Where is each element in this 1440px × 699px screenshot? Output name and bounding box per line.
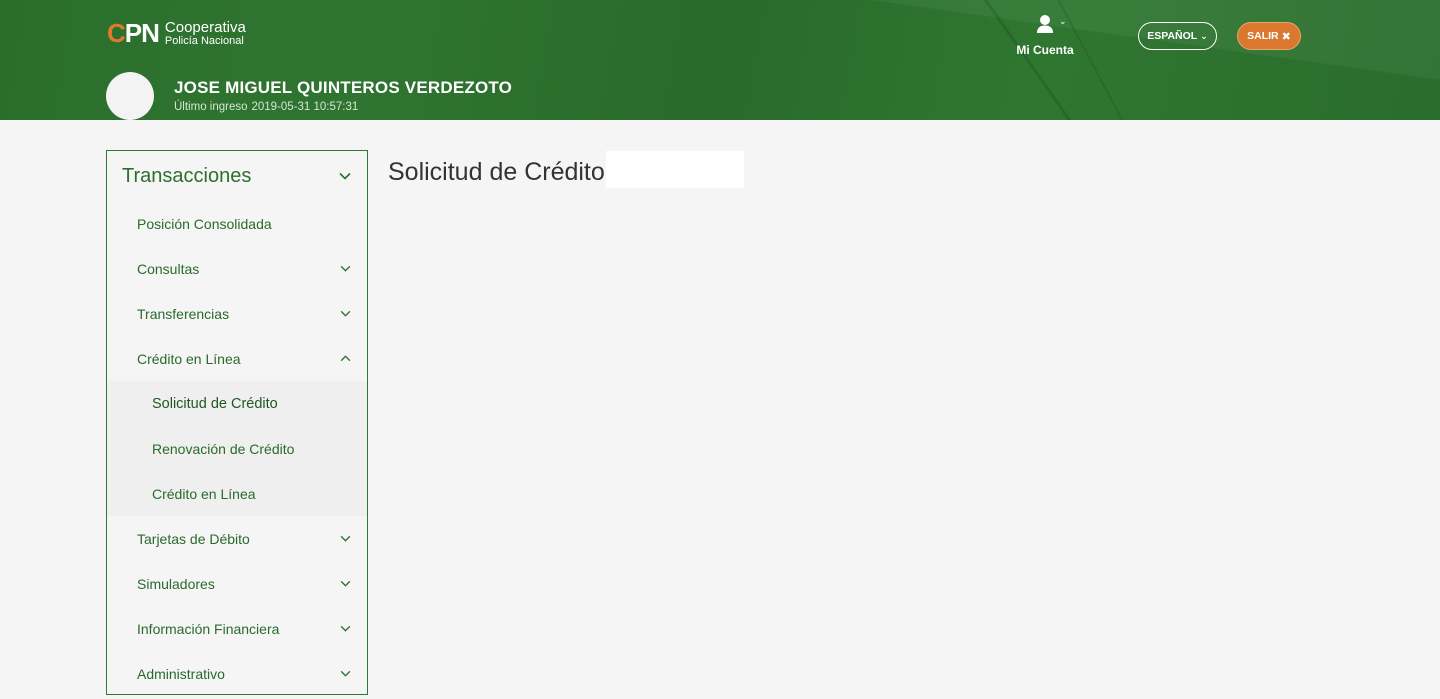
sidebar: Transacciones Posición Consolidada Consu… [106, 150, 368, 695]
chevron-down-icon [340, 670, 351, 677]
chevron-down-icon [339, 172, 351, 180]
last-login-label: Último ingreso [174, 101, 248, 113]
chevron-down-icon [340, 310, 351, 317]
top-header: CPN Cooperativa Policía Nacional JOSE MI… [0, 0, 1440, 120]
page-title: Solicitud de Crédito [388, 158, 605, 186]
chevron-down-icon: ⌄ [1200, 30, 1208, 41]
chevron-up-icon [340, 355, 351, 362]
sidebar-title: Transacciones [122, 164, 252, 187]
sidebar-item-label: Crédito en Línea [137, 350, 241, 367]
sidebar-item-label: Consultas [137, 260, 200, 277]
language-button[interactable]: ESPAÑOL ⌄ [1138, 22, 1217, 50]
subitem-renovacion-de-credito[interactable]: Renovación de Crédito [107, 426, 367, 471]
user-icon [1036, 14, 1054, 34]
sidebar-item-label: Posición Consolidada [137, 215, 272, 232]
credito-submenu: Solicitud de Crédito Renovación de Crédi… [107, 381, 367, 516]
chevron-down-icon [340, 580, 351, 587]
account-menu[interactable]: ⌄ Mi Cuenta [1012, 14, 1078, 57]
sidebar-item-posicion-consolidada[interactable]: Posición Consolidada [107, 201, 367, 246]
subitem-credito-en-linea[interactable]: Crédito en Línea [107, 471, 367, 516]
sidebar-item-label: Tarjetas de Débito [137, 530, 250, 547]
avatar [106, 72, 154, 120]
chevron-down-icon [340, 535, 351, 542]
cpn-logo[interactable]: CPN Cooperativa Policía Nacional [107, 16, 246, 50]
last-login-value: 2019-05-31 10:57:31 [251, 101, 359, 113]
account-label: Mi Cuenta [1016, 43, 1074, 57]
close-icon: ✖ [1281, 30, 1291, 43]
logo-mark: CPN [107, 17, 160, 48]
sidebar-item-label: Simuladores [137, 575, 215, 592]
chevron-down-icon [340, 265, 351, 272]
chevron-down-icon [340, 625, 351, 632]
sidebar-item-consultas[interactable]: Consultas [107, 246, 367, 291]
user-name: JOSE MIGUEL QUINTEROS VERDEZOTO [174, 78, 513, 97]
sidebar-item-label: Transferencias [137, 305, 230, 322]
logo-line1: Cooperativa [164, 18, 246, 36]
language-label: ESPAÑOL [1147, 30, 1198, 42]
last-login: Último ingreso 2019-05-31 10:57:31 [174, 101, 358, 113]
sidebar-item-credito-en-linea[interactable]: Crédito en Línea [107, 336, 367, 381]
sidebar-item-administrativo[interactable]: Administrativo [107, 651, 367, 696]
sidebar-item-transferencias[interactable]: Transferencias [107, 291, 367, 336]
blank-panel [606, 151, 744, 188]
sidebar-item-informacion-financiera[interactable]: Información Financiera [107, 606, 367, 651]
exit-button[interactable]: SALIR ✖ [1237, 22, 1301, 50]
subitem-solicitud-de-credito[interactable]: Solicitud de Crédito [107, 381, 367, 426]
exit-label: SALIR [1247, 30, 1279, 42]
sidebar-item-tarjetas-de-debito[interactable]: Tarjetas de Débito [107, 516, 367, 561]
sidebar-header[interactable]: Transacciones [107, 151, 367, 201]
sidebar-item-label: Información Financiera [137, 620, 280, 637]
logo-line2: Policía Nacional [164, 34, 244, 47]
chevron-down-icon: ⌄ [1059, 16, 1067, 26]
sidebar-item-simuladores[interactable]: Simuladores [107, 561, 367, 606]
sidebar-item-label: Administrativo [137, 665, 225, 682]
